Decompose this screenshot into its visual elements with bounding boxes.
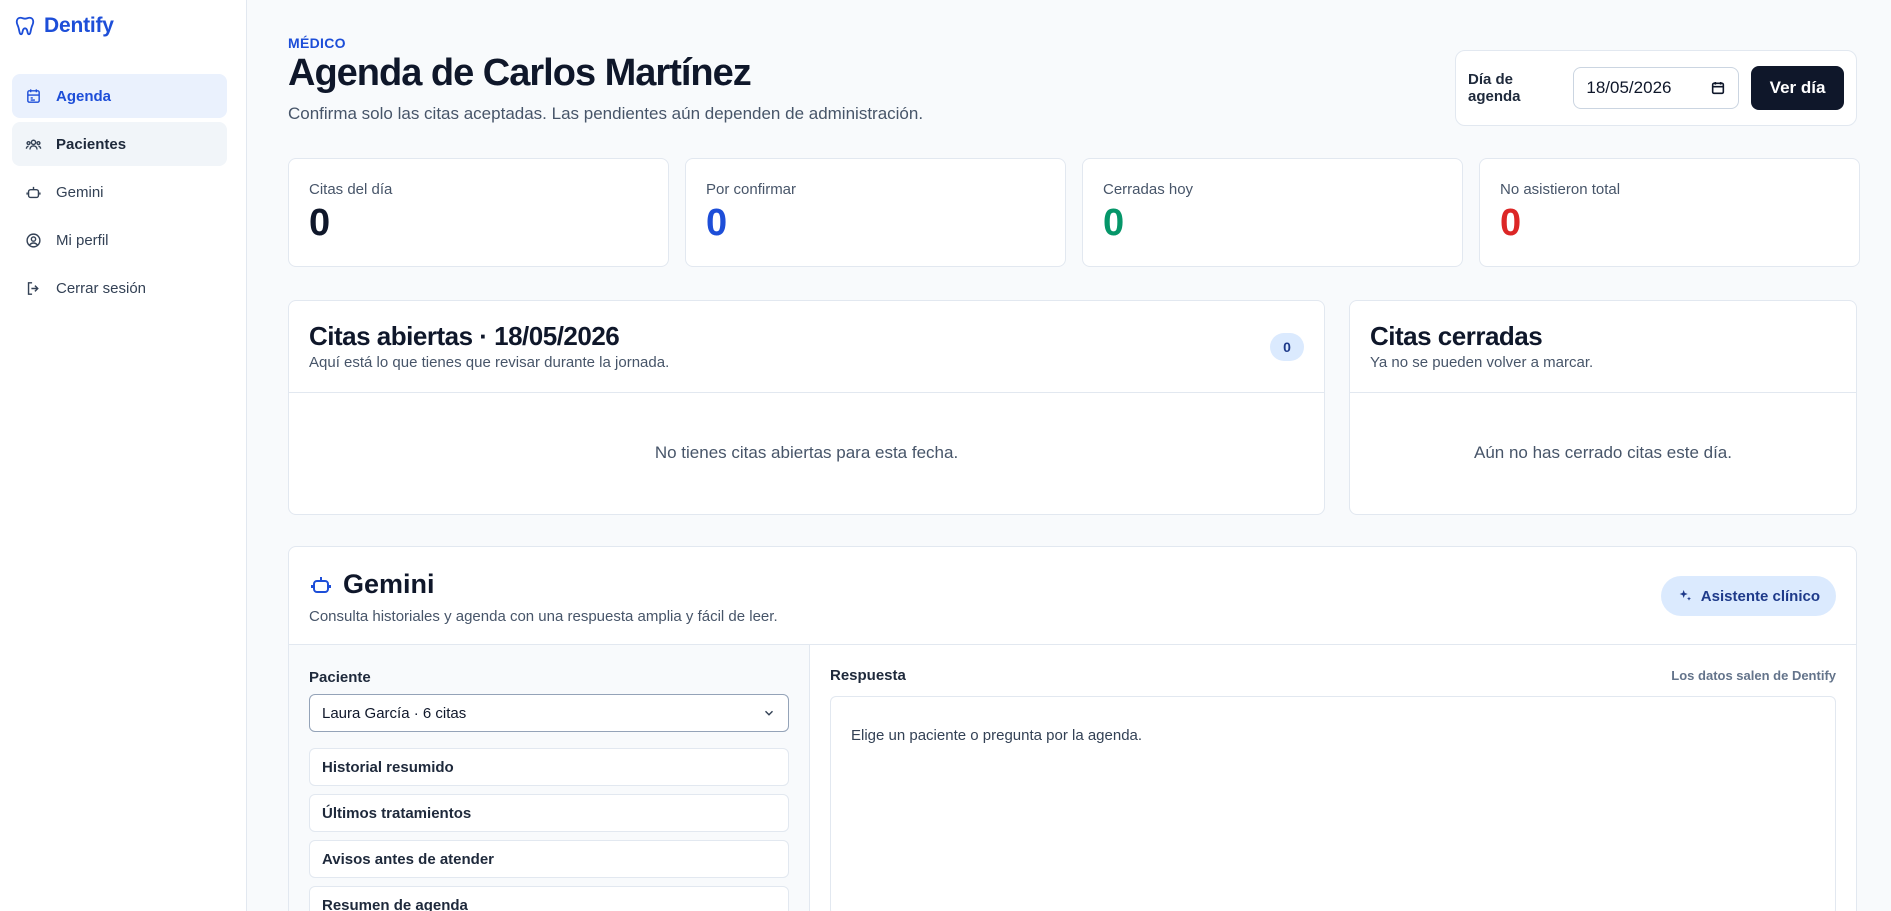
- response-placeholder: Elige un paciente o pregunta por la agen…: [851, 727, 1143, 744]
- logout-icon: [24, 279, 42, 297]
- stat-label: Por confirmar: [706, 181, 797, 198]
- bot-icon: [311, 576, 331, 593]
- stat-value: 0: [309, 202, 331, 244]
- sidebar: Dentify Agenda Pacientes Gemini Mi perfi…: [0, 0, 247, 911]
- tooth-icon: [15, 16, 35, 36]
- calendar-icon: [24, 87, 42, 105]
- sidebar-item-pacientes[interactable]: Pacientes: [12, 122, 227, 166]
- stat-value: 0: [1103, 202, 1125, 244]
- gemini-panel: Gemini Consulta historiales y agenda con…: [288, 546, 1857, 911]
- stat-label: Citas del día: [309, 181, 393, 198]
- count-badge: 0: [1270, 333, 1304, 361]
- calendar-icon[interactable]: [1710, 80, 1726, 96]
- clinical-assistant-label: Asistente clínico: [1700, 587, 1820, 605]
- gemini-subtitle: Consulta historiales y agenda con una re…: [309, 608, 778, 625]
- stat-card-por-confirmar: Por confirmar 0: [685, 158, 1066, 267]
- empty-state: Aún no has cerrado citas este día.: [1474, 443, 1732, 462]
- quick-action-resumen-agenda[interactable]: Resumen de agenda: [309, 886, 789, 911]
- patient-select[interactable]: Laura García · 6 citas: [309, 694, 789, 732]
- gemini-response: Respuesta Los datos salen de Dentify Eli…: [810, 645, 1856, 911]
- stat-card-citas-del-dia: Citas del día 0: [288, 158, 669, 267]
- panel-header: Citas cerradas Ya no se pueden volver a …: [1350, 301, 1856, 393]
- open-appointments-panel: Citas abiertas · 18/05/2026 Aquí está lo…: [288, 300, 1325, 515]
- gemini-header: Gemini Consulta historiales y agenda con…: [289, 547, 1856, 645]
- patient-label: Paciente: [309, 669, 371, 686]
- sidebar-item-mi-perfil[interactable]: Mi perfil: [12, 218, 227, 262]
- response-note: Los datos salen de Dentify: [1671, 668, 1836, 683]
- quick-action-tratamientos[interactable]: Últimos tratamientos: [309, 794, 789, 832]
- gemini-controls: Paciente Laura García · 6 citas Historia…: [289, 645, 810, 911]
- users-icon: [24, 135, 42, 153]
- stat-value: 0: [1500, 202, 1522, 244]
- panel-subtitle: Aquí está lo que tienes que revisar dura…: [309, 354, 670, 371]
- response-header: Respuesta Los datos salen de Dentify: [830, 667, 1836, 684]
- date-input[interactable]: 18/05/2026: [1573, 67, 1740, 109]
- role-eyebrow: MÉDICO: [288, 35, 346, 51]
- patient-selected-value: Laura García · 6 citas: [322, 704, 467, 722]
- sidebar-item-cerrar-sesion[interactable]: Cerrar sesión: [12, 266, 227, 310]
- sidebar-item-label: Mi perfil: [56, 231, 109, 249]
- date-picker-card: Día de agenda 18/05/2026 Ver día: [1455, 50, 1857, 126]
- brand-name: Dentify: [44, 14, 114, 37]
- closed-appointments-panel: Citas cerradas Ya no se pueden volver a …: [1349, 300, 1857, 515]
- sidebar-nav: Agenda Pacientes Gemini Mi perfil Cerrar…: [12, 74, 227, 314]
- bot-icon: [24, 183, 42, 201]
- empty-state: No tienes citas abiertas para esta fecha…: [654, 443, 959, 462]
- panel-title: Citas cerradas: [1370, 321, 1543, 351]
- quick-action-historial[interactable]: Historial resumido: [309, 748, 789, 786]
- sidebar-item-label: Pacientes: [56, 135, 127, 153]
- sidebar-item-label: Agenda: [56, 87, 112, 105]
- quick-action-avisos[interactable]: Avisos antes de atender: [309, 840, 789, 878]
- response-label: Respuesta: [830, 667, 906, 684]
- gemini-title-text: Gemini: [343, 569, 435, 599]
- stats-row: Citas del día 0 Por confirmar 0 Cerradas…: [288, 158, 1860, 267]
- sidebar-item-label: Gemini: [56, 183, 104, 201]
- user-circle-icon: [24, 231, 42, 249]
- panel-title: Citas abiertas · 18/05/2026: [309, 321, 620, 351]
- stat-value: 0: [706, 202, 728, 244]
- sparkles-icon: [1679, 590, 1691, 601]
- panel-header: Citas abiertas · 18/05/2026 Aquí está lo…: [289, 301, 1324, 393]
- gemini-title: Gemini: [309, 569, 1836, 600]
- panel-subtitle: Ya no se pueden volver a marcar.: [1370, 354, 1594, 371]
- page-subtitle: Confirma solo las citas aceptadas. Las p…: [288, 104, 924, 123]
- stat-card-no-asistieron: No asistieron total 0: [1479, 158, 1860, 267]
- date-value: 18/05/2026: [1586, 78, 1672, 97]
- stat-card-cerradas-hoy: Cerradas hoy 0: [1082, 158, 1463, 267]
- view-day-button[interactable]: Ver día: [1751, 66, 1844, 110]
- sidebar-item-gemini[interactable]: Gemini: [12, 170, 227, 214]
- date-label: Día de agenda: [1468, 71, 1521, 105]
- chevron-down-icon: [765, 710, 773, 716]
- stat-label: Cerradas hoy: [1103, 181, 1194, 198]
- sidebar-item-label: Cerrar sesión: [56, 279, 147, 297]
- brand[interactable]: Dentify: [14, 14, 114, 38]
- clinical-assistant-button[interactable]: Asistente clínico: [1660, 576, 1836, 616]
- response-box[interactable]: Elige un paciente o pregunta por la agen…: [830, 696, 1836, 911]
- stat-label: No asistieron total: [1500, 181, 1621, 198]
- page-title: Agenda de Carlos Martínez: [288, 52, 752, 94]
- sidebar-item-agenda[interactable]: Agenda: [12, 74, 227, 118]
